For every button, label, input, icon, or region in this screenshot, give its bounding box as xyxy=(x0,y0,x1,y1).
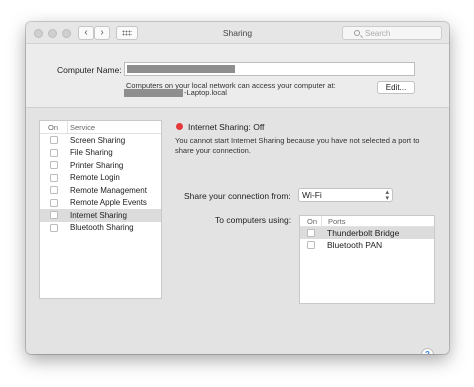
sharing-status: Internet Sharing: Off xyxy=(188,122,265,132)
port-checkbox[interactable] xyxy=(307,229,315,237)
sharing-warning: You cannot start Internet Sharing becaus… xyxy=(175,136,420,155)
service-label: Remote Apple Events xyxy=(70,198,147,208)
ports-list-header: On Ports xyxy=(300,216,434,227)
service-row-screen-sharing[interactable]: Screen Sharing xyxy=(40,134,161,147)
redacted-name xyxy=(127,65,235,73)
port-checkbox[interactable] xyxy=(307,241,315,249)
service-label: Bluetooth Sharing xyxy=(70,223,134,233)
hostname-suffix: -Laptop.local xyxy=(184,88,227,97)
service-label: Remote Management xyxy=(70,185,147,195)
service-checkbox[interactable] xyxy=(50,173,58,182)
service-checkbox[interactable] xyxy=(50,211,58,220)
grid-icon xyxy=(122,30,132,36)
edit-hostname-button[interactable]: Edit... xyxy=(377,81,415,94)
redacted-hostname xyxy=(124,88,183,97)
forward-button[interactable]: › xyxy=(94,26,110,40)
service-list-header: On Service xyxy=(40,121,161,134)
service-label: Internet Sharing xyxy=(70,210,127,220)
service-label: File Sharing xyxy=(70,148,113,158)
service-row-remote-apple-events[interactable]: Remote Apple Events xyxy=(40,197,161,210)
header-on: On xyxy=(300,216,322,226)
computer-name-field[interactable] xyxy=(124,62,415,76)
header-ports: Ports xyxy=(328,216,346,226)
search-placeholder: Search xyxy=(365,28,391,38)
service-checkbox[interactable] xyxy=(50,136,58,145)
header-service: Service xyxy=(70,122,96,132)
service-row-remote-login[interactable]: Remote Login xyxy=(40,172,161,185)
service-label: Printer Sharing xyxy=(70,160,124,170)
close-window-button[interactable] xyxy=(34,29,43,38)
share-from-value: Wi-Fi xyxy=(302,190,322,200)
status-indicator-icon xyxy=(176,123,183,130)
help-button[interactable]: ? xyxy=(421,348,434,354)
minimize-window-button[interactable] xyxy=(48,29,57,38)
share-from-select[interactable]: Wi-Fi ▴ ▾ xyxy=(298,188,393,202)
search-icon xyxy=(354,30,360,36)
service-row-bluetooth-sharing[interactable]: Bluetooth Sharing xyxy=(40,222,161,235)
share-from-label: Share your connection from: xyxy=(184,191,291,201)
port-label: Bluetooth PAN xyxy=(327,240,383,250)
service-row-internet-sharing[interactable]: Internet Sharing xyxy=(40,209,161,222)
service-row-remote-management[interactable]: Remote Management xyxy=(40,184,161,197)
computer-name-area xyxy=(26,45,449,107)
service-label: Screen Sharing xyxy=(70,135,126,145)
service-list: On Service Screen Sharing File Sharing P… xyxy=(39,120,162,299)
select-arrows-icon: ▴ ▾ xyxy=(385,189,389,202)
header-on: On xyxy=(40,121,68,133)
service-checkbox[interactable] xyxy=(50,148,58,157)
to-computers-label: To computers using: xyxy=(215,215,292,225)
show-all-button[interactable] xyxy=(116,26,138,40)
service-checkbox[interactable] xyxy=(50,186,58,195)
search-field[interactable]: Search xyxy=(342,26,442,40)
service-row-printer-sharing[interactable]: Printer Sharing xyxy=(40,159,161,172)
sharing-main-panel: On Service Screen Sharing File Sharing P… xyxy=(26,107,449,354)
sharing-window: ‹ › Sharing Search Computer Name: Comput… xyxy=(26,22,449,354)
service-checkbox[interactable] xyxy=(50,223,58,232)
zoom-window-button[interactable] xyxy=(62,29,71,38)
back-button[interactable]: ‹ xyxy=(78,26,94,40)
service-checkbox[interactable] xyxy=(50,198,58,207)
service-row-file-sharing[interactable]: File Sharing xyxy=(40,147,161,160)
title-bar: ‹ › Sharing Search xyxy=(26,22,449,44)
port-row-thunderbolt-bridge[interactable]: Thunderbolt Bridge xyxy=(300,227,434,239)
local-hostname: -Laptop.local xyxy=(124,88,227,97)
service-checkbox[interactable] xyxy=(50,161,58,170)
port-label: Thunderbolt Bridge xyxy=(327,228,400,238)
computer-name-label: Computer Name: xyxy=(57,65,122,75)
port-row-bluetooth-pan[interactable]: Bluetooth PAN xyxy=(300,239,434,251)
service-label: Remote Login xyxy=(70,173,120,183)
ports-list: On Ports Thunderbolt Bridge Bluetooth PA… xyxy=(299,215,435,304)
